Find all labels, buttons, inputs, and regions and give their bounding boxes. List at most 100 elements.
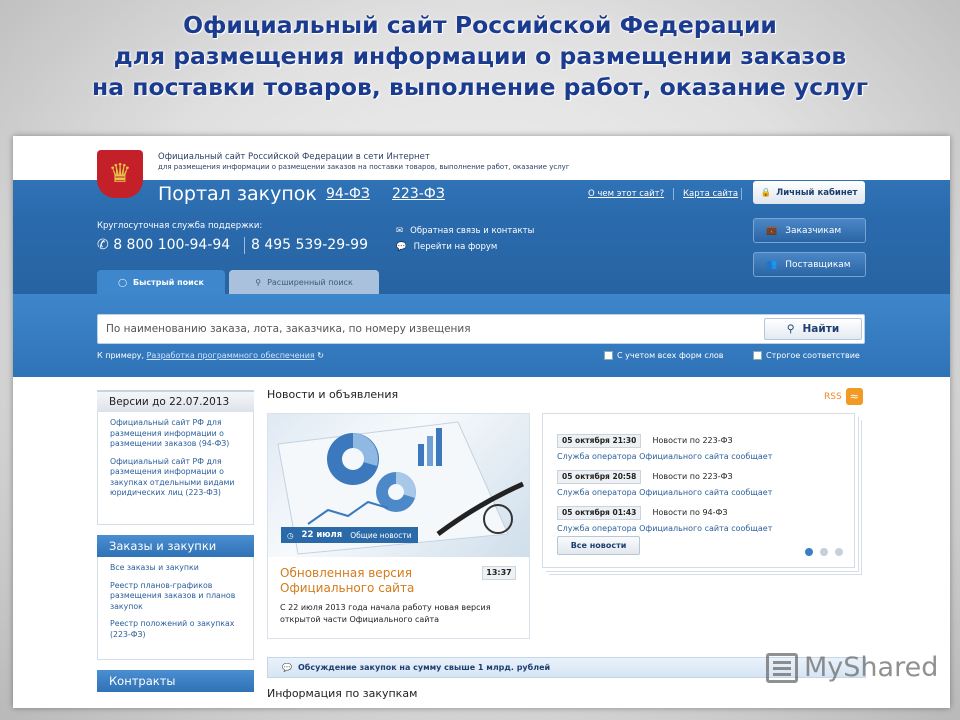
cabinet-label: Личный кабинет [776, 187, 858, 198]
law-94-link[interactable]: 94-ФЗ [326, 186, 370, 202]
version-link-223[interactable]: Официальный сайт РФ для размещения инфор… [110, 457, 241, 499]
slide-title-line: на поставки товаров, выполнение работ, о… [92, 73, 868, 101]
checkbox-box[interactable] [753, 351, 762, 360]
divider [244, 237, 245, 254]
tab-quick-search[interactable]: ◯ Быстрый поиск [97, 270, 225, 294]
rss-icon: ≈ [845, 388, 863, 405]
contracts-header[interactable]: Контракты [97, 670, 254, 692]
search-button-label: Найти [802, 323, 840, 335]
search-example: К примеру, Разработка программного обесп… [97, 351, 324, 360]
carousel-dot[interactable] [820, 548, 828, 556]
version-link-94[interactable]: Официальный сайт РФ для размещения инфор… [110, 418, 241, 450]
coat-of-arms-icon[interactable]: ♛ [97, 150, 143, 198]
news-law: Новости по 94-ФЗ [652, 508, 728, 517]
portal-bar: Портал закупок 94-ФЗ 223-ФЗ О чем этот с… [13, 180, 950, 208]
rss-link[interactable]: RSS ≈ [824, 388, 863, 405]
news-link[interactable]: Служба оператора Официального сайта сооб… [557, 524, 772, 533]
about-link[interactable]: О чем этот сайт? [588, 189, 664, 199]
watermark: MyShared [766, 652, 938, 683]
checkbox-all-forms-label: С учетом всех форм слов [617, 351, 724, 360]
customers-button[interactable]: 💼 Заказчикам [753, 218, 866, 243]
featured-date-badge: ◷ 22 июля Общие новости [281, 527, 418, 543]
discussion-label: Обсуждение закупок на сумму свыше 1 млрд… [297, 663, 551, 672]
example-prefix: К примеру, [97, 351, 145, 360]
featured-news[interactable]: ◷ 22 июля Общие новости Обновленная верс… [267, 413, 530, 639]
clock-icon: ◷ [287, 530, 294, 540]
checkbox-box[interactable] [604, 351, 613, 360]
sitemap-link[interactable]: Карта сайта [683, 189, 738, 199]
rss-label: RSS [824, 391, 842, 402]
site-subtitle: для размещения информации о размещении з… [158, 163, 570, 171]
slide-title-line: для размещения информации о размещении з… [113, 42, 847, 70]
tab-advanced-label: Расширенный поиск [267, 277, 353, 287]
news-section-title: Новости и объявления [267, 388, 399, 401]
forum-label: Перейти на форум [413, 242, 498, 252]
portal-title[interactable]: Портал закупок [158, 183, 317, 205]
phone-icon: ✆ [97, 237, 109, 253]
law-223-link[interactable]: 223-ФЗ [392, 186, 445, 202]
news-date: 05 октября 01:43 [557, 506, 642, 520]
news-item[interactable]: 05 октября 21:30 Новости по 223-ФЗ Служб… [557, 428, 772, 461]
chat-icon: 💬 [396, 242, 407, 252]
divider [741, 188, 742, 200]
search-input[interactable] [98, 315, 758, 343]
example-link[interactable]: Разработка программного обеспечения [147, 351, 315, 360]
people-icon: 👥 [766, 259, 778, 270]
checkbox-strict-label: Строгое соответствие [766, 351, 860, 360]
search-box: ⚲ Найти [97, 314, 865, 344]
support-label: Круглосуточная служба поддержки: [97, 221, 263, 231]
tab-advanced-search[interactable]: ⚲ Расширенный поиск [229, 270, 379, 294]
search-area: ⚲ Найти К примеру, Разработка программно… [13, 294, 950, 377]
checkbox-strict[interactable]: Строгое соответствие [753, 351, 860, 360]
slide-title-line: Официальный сайт Российской Федерации [183, 11, 777, 39]
feedback-link[interactable]: ✉ Обратная связь и контакты [396, 226, 534, 236]
orders-link-plans[interactable]: Реестр планов-графиков размещения заказо… [110, 581, 241, 613]
carousel-dot[interactable] [835, 548, 843, 556]
forum-link[interactable]: 💬 Перейти на форум [396, 242, 497, 252]
checkbox-all-forms[interactable]: С учетом всех форм слов [604, 351, 723, 360]
suppliers-button[interactable]: 👥 Поставщикам [753, 252, 866, 277]
magnifier-icon: ⚲ [255, 277, 262, 287]
versions-header: Версии до 22.07.2013 [97, 390, 254, 412]
news-list: 05 октября 21:30 Новости по 223-ФЗ Служб… [542, 413, 855, 568]
suppliers-label: Поставщикам [785, 259, 851, 270]
personal-cabinet-button[interactable]: 🔒 Личный кабинет [753, 181, 865, 204]
phone-1[interactable]: ✆ 8 800 100-94-94 [97, 237, 230, 253]
website-screenshot: Официальный сайт Российской Федерации в … [13, 136, 950, 708]
clock-icon: ◯ [118, 277, 128, 287]
slide-title: Официальный сайт Российской Федерации дл… [0, 10, 960, 103]
search-icon: ⚲ [786, 323, 795, 335]
procurement-info-title: Информация по закупкам [267, 687, 418, 700]
orders-link-all[interactable]: Все заказы и закупки [110, 563, 241, 574]
news-law: Новости по 223-ФЗ [652, 472, 733, 481]
tab-quick-label: Быстрый поиск [133, 277, 204, 287]
chat-icon: 💬 [282, 663, 292, 672]
watermark-logo-icon [766, 652, 798, 683]
news-law: Новости по 223-ФЗ [652, 436, 733, 445]
news-link[interactable]: Служба оператора Официального сайта сооб… [557, 452, 772, 461]
news-item[interactable]: 05 октября 01:43 Новости по 94-ФЗ Служба… [557, 500, 772, 533]
featured-headline[interactable]: Обновленная версия Официального сайта [280, 566, 480, 596]
news-date: 05 октября 20:58 [557, 470, 642, 484]
featured-news-image: ◷ 22 июля Общие новости [268, 414, 529, 557]
orders-link-regulations[interactable]: Реестр положений о закупках (223-ФЗ) [110, 619, 241, 640]
news-date: 05 октября 21:30 [557, 434, 642, 448]
news-link[interactable]: Служба оператора Официального сайта сооб… [557, 488, 772, 497]
watermark-text: MyShared [804, 652, 939, 683]
phone-2[interactable]: 8 495 539-29-99 [251, 237, 368, 253]
refresh-icon[interactable]: ↻ [317, 351, 324, 360]
featured-time: 13:37 [482, 566, 516, 580]
site-name: Официальный сайт Российской Федерации в … [158, 152, 430, 162]
search-button[interactable]: ⚲ Найти [764, 318, 862, 340]
briefcase-icon: 💼 [766, 225, 778, 236]
customers-label: Заказчикам [785, 225, 842, 236]
lock-icon: 🔒 [760, 187, 772, 198]
orders-box: Все заказы и закупки Реестр планов-графи… [97, 557, 254, 660]
versions-box: Официальный сайт РФ для размещения инфор… [97, 412, 254, 525]
carousel-dot[interactable] [805, 548, 813, 556]
featured-text: С 22 июля 2013 года начала работу новая … [280, 603, 491, 624]
all-news-button[interactable]: Все новости [557, 536, 640, 555]
orders-header[interactable]: Заказы и закупки [97, 535, 254, 557]
phone-1-number: 8 800 100-94-94 [113, 237, 231, 253]
news-item[interactable]: 05 октября 20:58 Новости по 223-ФЗ Служб… [557, 464, 772, 497]
